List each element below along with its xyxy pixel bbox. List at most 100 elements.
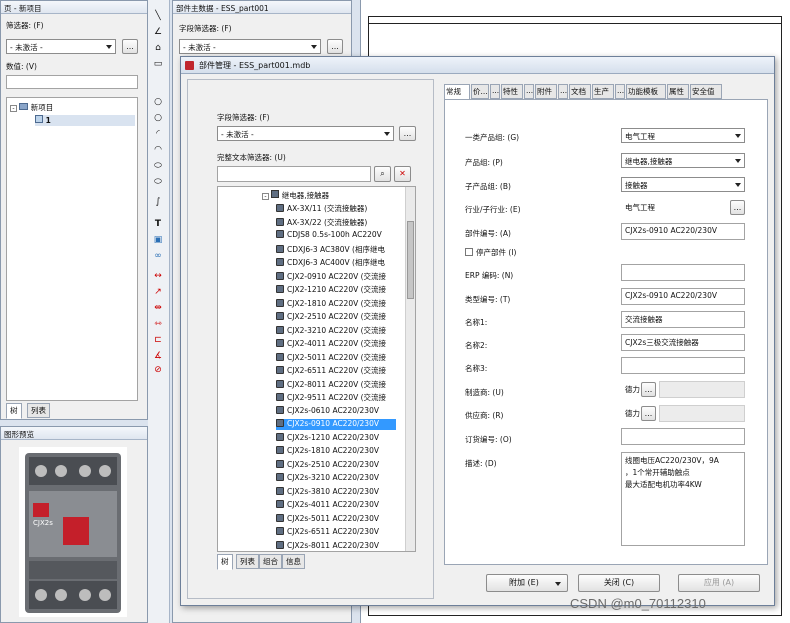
left-tab[interactable]: 列表 bbox=[236, 554, 259, 569]
industry-select-button[interactable]: ... bbox=[730, 200, 745, 215]
circle-tool-icon[interactable]: ○ bbox=[151, 96, 165, 109]
tree-item[interactable]: CJX2s-8011 AC220/230V bbox=[276, 540, 396, 552]
tree-item[interactable]: CJX2-9511 AC220V (交流接 bbox=[276, 392, 396, 403]
part-master-filter-select[interactable]: - 未激活 - bbox=[179, 39, 321, 54]
left-tab[interactable]: 树 bbox=[217, 554, 233, 570]
tree-item[interactable]: CJX2-3210 AC220V (交流接 bbox=[276, 325, 396, 336]
property-tab[interactable]: 安全值 bbox=[690, 84, 722, 99]
tree-item[interactable]: CJX2s-5011 AC220/230V bbox=[276, 513, 396, 525]
dimension2-tool-icon[interactable]: ↗ bbox=[151, 286, 165, 299]
polygon-tool-icon[interactable]: ⌂ bbox=[151, 42, 165, 55]
circle2-tool-icon[interactable]: ○ bbox=[151, 112, 165, 125]
dimension-tool-icon[interactable]: ↔ bbox=[151, 270, 165, 283]
description-textarea[interactable]: 线圈电压AC220/230V，9A ，1个常开辅助触点 最大适配电机功率4KW bbox=[621, 452, 745, 546]
tree-item[interactable]: CJX2-0910 AC220V (交流接 bbox=[276, 271, 396, 282]
tree-item[interactable]: CJX2s-2510 AC220/230V bbox=[276, 459, 396, 471]
dimension4-tool-icon[interactable]: ⇿ bbox=[151, 318, 165, 331]
text-filter-clear-button[interactable]: ✕ bbox=[394, 166, 411, 182]
tree-group-node[interactable]: - 继电器,接触器 bbox=[262, 190, 329, 201]
spline-tool-icon[interactable]: ∫ bbox=[151, 196, 165, 209]
part-number-input[interactable]: CJX2s-0910 AC220/230V bbox=[621, 223, 745, 240]
tree-item[interactable]: CJX2-5011 AC220V (交流接 bbox=[276, 352, 396, 363]
sub-product-group-select[interactable]: 接触器 bbox=[621, 177, 745, 192]
product-group-select[interactable]: 继电器,接触器 bbox=[621, 153, 745, 168]
tree-item[interactable]: CJX2s-3810 AC220/230V bbox=[276, 486, 396, 498]
name2-input[interactable]: CJX2s三极交流接触器 bbox=[621, 334, 745, 351]
property-tab[interactable]: ... bbox=[490, 84, 500, 99]
close-button[interactable]: 关闭 (C) bbox=[578, 574, 660, 592]
name3-input[interactable] bbox=[621, 357, 745, 374]
text-filter-search-button[interactable]: ⌕ bbox=[374, 166, 391, 182]
tree-item[interactable]: CJX2s-4011 AC220/230V bbox=[276, 500, 396, 511]
tree-item[interactable]: CJX2-1810 AC220V (交流接 bbox=[276, 298, 396, 309]
apply-button[interactable]: 应用 (A) bbox=[678, 574, 760, 592]
tree-item[interactable]: CJX2s-1210 AC220/230V bbox=[276, 432, 396, 444]
left-tab[interactable]: 信息 bbox=[282, 554, 305, 569]
left-tab[interactable]: 组合 bbox=[259, 554, 282, 569]
dimension5-tool-icon[interactable]: ⊏ bbox=[151, 334, 165, 347]
category-select[interactable]: 电气工程 bbox=[621, 128, 745, 143]
tree-item[interactable]: CJX2-1210 AC220V (交流接 bbox=[276, 284, 396, 295]
ellipse-tool-icon[interactable]: ⬭ bbox=[151, 160, 165, 173]
tree-item[interactable]: CJX2s-0910 AC220/230V bbox=[276, 419, 396, 430]
tree-item[interactable]: CJX2s-1810 AC220/230V bbox=[276, 446, 396, 457]
property-tab[interactable]: 生产 bbox=[592, 84, 614, 99]
angle-tool-icon[interactable]: ∡ bbox=[151, 350, 165, 363]
dimension3-tool-icon[interactable]: ⇹ bbox=[151, 302, 165, 315]
tree-node-page[interactable]: 1 bbox=[35, 115, 135, 126]
property-tab[interactable]: 属性 bbox=[667, 84, 689, 99]
property-tab[interactable]: 附件 bbox=[535, 84, 557, 99]
property-tab[interactable]: ... bbox=[558, 84, 568, 99]
part-tree[interactable]: - 继电器,接触器 AX-3X/11 (交流接触器) AX-3X/22 (交流接触… bbox=[217, 186, 416, 552]
page-value-input[interactable] bbox=[6, 75, 138, 89]
property-tab[interactable]: 常规 bbox=[444, 84, 470, 100]
tree-item[interactable]: CJX2-4011 AC220V (交流接 bbox=[276, 338, 396, 349]
tab-list[interactable]: 列表 bbox=[27, 403, 50, 418]
tree-item[interactable]: CJX2-6511 AC220V (交流接 bbox=[276, 365, 396, 376]
field-filter-button[interactable]: ... bbox=[399, 126, 416, 141]
part-master-filter-button[interactable]: ... bbox=[327, 39, 343, 54]
tree-item[interactable]: AX-3X/22 (交流接触器) bbox=[276, 217, 396, 228]
property-tab[interactable]: 特性 bbox=[501, 84, 523, 99]
line-tool-icon[interactable]: ╲ bbox=[151, 10, 165, 23]
property-tab[interactable]: 价... bbox=[471, 84, 489, 99]
tree-item[interactable]: CJX2s-6511 AC220/230V bbox=[276, 527, 396, 538]
ellipse2-tool-icon[interactable]: ⬭ bbox=[151, 176, 165, 189]
tree-scrollbar-thumb[interactable] bbox=[407, 221, 414, 299]
tree-item[interactable]: CJX2-2510 AC220V (交流接 bbox=[276, 311, 396, 322]
property-tab[interactable]: ... bbox=[524, 84, 534, 99]
property-tab[interactable]: 功能模板 bbox=[626, 84, 666, 99]
tree-item[interactable]: CDXJ6-3 AC380V (相序继电 bbox=[276, 244, 396, 255]
discontinued-checkbox[interactable] bbox=[465, 248, 473, 256]
arc-tool-icon[interactable]: ◜ bbox=[151, 128, 165, 141]
tree-item[interactable]: CDJS8 0.5s-100h AC220V bbox=[276, 230, 396, 241]
type-number-input[interactable]: CJX2s-0910 AC220/230V bbox=[621, 288, 745, 305]
manufacturer-select-button[interactable]: ... bbox=[641, 382, 656, 397]
tree-scrollbar[interactable] bbox=[405, 187, 415, 551]
text-tool-icon[interactable]: T bbox=[151, 218, 165, 231]
page-filter-select[interactable]: - 未激活 - bbox=[6, 39, 116, 54]
name1-input[interactable]: 交流接触器 bbox=[621, 311, 745, 328]
extra-menu-button[interactable]: 附加 (E) bbox=[486, 574, 568, 592]
radius-tool-icon[interactable]: ⊘ bbox=[151, 364, 165, 377]
order-number-input[interactable] bbox=[621, 428, 745, 445]
tree-item[interactable]: CJX2s-3210 AC220/230V bbox=[276, 473, 396, 484]
tree-item[interactable]: CDXJ6-3 AC400V (相序继电 bbox=[276, 257, 396, 268]
erp-input[interactable] bbox=[621, 264, 745, 281]
tab-tree[interactable]: 树 bbox=[6, 403, 22, 419]
text-filter-input[interactable] bbox=[217, 166, 371, 182]
tree-item[interactable]: CJX2-8011 AC220V (交流接 bbox=[276, 379, 396, 390]
page-filter-button[interactable]: ... bbox=[122, 39, 138, 54]
arc2-tool-icon[interactable]: ◠ bbox=[151, 144, 165, 157]
property-tab[interactable]: 文档 bbox=[569, 84, 591, 99]
link-tool-icon[interactable]: ∞ bbox=[151, 250, 165, 263]
image-tool-icon[interactable]: ▣ bbox=[151, 234, 165, 247]
rectangle-tool-icon[interactable]: ▭ bbox=[151, 58, 165, 71]
polyline-tool-icon[interactable]: ∠ bbox=[151, 26, 165, 39]
tree-item[interactable]: AX-3X/11 (交流接触器) bbox=[276, 203, 396, 214]
field-filter-select[interactable]: - 未激活 - bbox=[217, 126, 394, 141]
tree-node-project[interactable]: - 新项目 bbox=[10, 102, 53, 113]
property-tab[interactable]: ... bbox=[615, 84, 625, 99]
supplier-select-button[interactable]: ... bbox=[641, 406, 656, 421]
tree-item[interactable]: CJX2s-0610 AC220/230V bbox=[276, 405, 396, 417]
